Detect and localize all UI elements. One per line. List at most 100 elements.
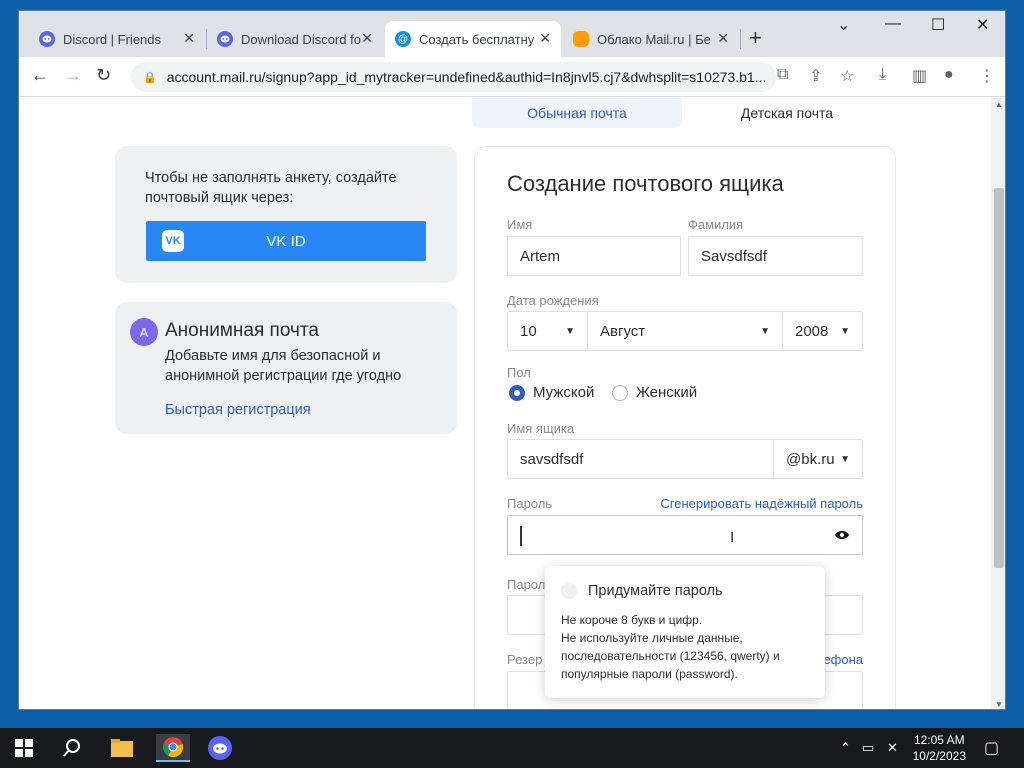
dob-year-select[interactable]: 2008 ▼ [782, 311, 863, 351]
first-name-label: Имя [507, 217, 533, 232]
profile-icon[interactable]: ● [944, 66, 954, 84]
tab-cloud-mail[interactable]: Облако Mail.ru | Бе ✕ [563, 21, 739, 57]
dob-month-select[interactable]: Август ▼ [587, 311, 783, 351]
reserve-label: Резер [507, 652, 543, 667]
mailbox-value: savsdfsdf [520, 450, 584, 468]
chevron-down-icon: ▼ [760, 325, 770, 337]
gender-female-label[interactable]: Женский [636, 384, 697, 401]
new-tab-button[interactable]: + [749, 25, 762, 51]
quick-registration-link[interactable]: Быстрая регистрация [165, 402, 311, 418]
dob-year-value: 2008 [795, 322, 829, 340]
translate-icon[interactable]: ⧉ [777, 66, 788, 84]
form-title: Создание почтового ящика [507, 171, 784, 196]
scroll-down-icon[interactable]: ▼ [995, 700, 1003, 709]
text-cursor [520, 526, 522, 546]
clock-time: 12:05 AM [913, 733, 965, 747]
tab-title: Discord | Friends [63, 31, 162, 47]
taskbar: ⌃ ▭ ✕ 12:05 AM 10/2/2023 ▢ [0, 728, 1024, 768]
anonymous-mail-card: A Анонимная почта Добавьте имя для безоп… [115, 302, 457, 434]
last-name-input[interactable]: Savsdfsdf [688, 236, 863, 276]
network-icon[interactable]: ▭ [862, 740, 874, 756]
close-tab-icon[interactable]: ✕ [361, 30, 373, 47]
dob-label: Дата рождения [507, 293, 599, 308]
page-content: Обычная почта Детская почта Чтобы не зап… [19, 98, 991, 709]
vk-id-card: Чтобы не заполнять анкету, создайте почт… [115, 146, 457, 283]
close-tab-icon[interactable]: ✕ [717, 30, 729, 47]
tab-regular-mail[interactable]: Обычная почта [472, 98, 682, 128]
phone-link[interactable]: ефона [823, 652, 863, 667]
browser-toolbar: ← → ↻ 🔒 account.mail.ru/signup?app_id_my… [19, 57, 1005, 97]
dob-day-value: 10 [520, 322, 537, 340]
tab-discord-friends[interactable]: Discord | Friends ✕ [29, 21, 205, 57]
anon-heading: Анонимная почта [165, 320, 319, 341]
search-icon[interactable] [58, 734, 86, 762]
sidepanel-icon[interactable]: ▥ [912, 66, 927, 86]
maximize-button[interactable]: ☐ [931, 15, 945, 35]
last-name-value: Savsdfsdf [701, 247, 767, 265]
generate-password-link[interactable]: Сгенерировать надёжный пароль [660, 496, 863, 511]
clock-date: 10/2/2023 [912, 749, 966, 763]
minimize-button[interactable]: — [885, 15, 901, 33]
chevron-down-icon: ▼ [565, 325, 575, 337]
show-password-eye-icon[interactable] [834, 528, 850, 542]
forward-icon[interactable]: → [64, 65, 82, 86]
back-icon[interactable]: ← [31, 65, 49, 86]
tooltip-line1: Не короче 8 букв и цифр. [561, 613, 703, 627]
password-label: Пароль [507, 496, 553, 511]
close-window-button[interactable]: ✕ [976, 15, 989, 35]
anon-description: Добавьте имя для безопасной и анонимной … [165, 348, 402, 384]
reload-icon[interactable]: ↻ [96, 65, 111, 86]
mailbox-label: Имя ящика [507, 421, 575, 436]
tab-download-discord[interactable]: Download Discord fo ✕ [207, 21, 383, 57]
tooltip-line2: Не используйте личные данные, последоват… [561, 631, 780, 681]
gender-female-radio[interactable] [612, 385, 628, 401]
close-tab-icon[interactable]: ✕ [183, 30, 195, 47]
file-explorer-icon[interactable] [108, 734, 136, 762]
last-name-label: Фамилия [688, 217, 744, 232]
first-name-input[interactable]: Artem [507, 236, 681, 276]
scrollbar-thumb[interactable] [994, 188, 1004, 568]
bookmark-star-icon[interactable]: ☆ [840, 66, 854, 86]
address-bar[interactable]: 🔒 account.mail.ru/signup?app_id_mytracke… [131, 62, 776, 92]
gender-male-label[interactable]: Мужской [533, 384, 594, 401]
volume-muted-icon[interactable]: ✕ [887, 740, 898, 756]
discord-icon [217, 31, 233, 47]
cloud-icon [573, 31, 589, 47]
share-icon[interactable]: ⇪ [809, 66, 822, 86]
scroll-up-icon[interactable]: ▲ [995, 100, 1003, 109]
tooltip-title: Придумайте пароль [588, 583, 723, 599]
domain-select[interactable]: @bk.ru ▼ [773, 439, 863, 479]
mailbox-input[interactable]: savsdfsdf [507, 439, 774, 479]
system-clock[interactable]: 12:05 AM 10/2/2023 [913, 732, 966, 764]
domain-value: @bk.ru [786, 450, 835, 468]
vk-logo-icon: VK [162, 230, 184, 252]
tab-kids-mail[interactable]: Детская почта [682, 98, 892, 128]
gender-label: Пол [507, 365, 531, 380]
anon-avatar: A [130, 318, 158, 346]
mail-type-tabs: Обычная почта Детская почта [472, 98, 892, 128]
chrome-taskbar-icon[interactable] [156, 734, 190, 762]
discord-taskbar-icon[interactable] [206, 734, 234, 762]
dob-day-select[interactable]: 10 ▼ [507, 311, 588, 351]
notifications-icon[interactable]: ▢ [984, 738, 999, 758]
close-tab-icon[interactable]: ✕ [539, 30, 551, 47]
gender-male-radio[interactable] [509, 385, 525, 401]
windows-start-icon[interactable] [10, 734, 38, 762]
chevron-up-icon[interactable]: ⌃ [840, 740, 851, 756]
lock-icon: 🔒 [143, 71, 157, 84]
tooltip-text: Не короче 8 букв и цифр. Не используйте … [561, 611, 811, 683]
password-hint-tooltip: Придумайте пароль Не короче 8 букв и циф… [545, 566, 825, 698]
tab-mail-signup[interactable]: @ Создать бесплатну ✕ [385, 21, 561, 57]
vk-id-button[interactable]: VK VK ID [146, 221, 426, 261]
vk-id-label: VK ID [266, 232, 306, 250]
menu-icon[interactable]: ⋮ [979, 66, 995, 86]
tab-strip: Discord | Friends ✕ Download Discord fo … [19, 11, 1005, 57]
first-name-value: Artem [520, 247, 561, 265]
password-input[interactable]: I [507, 515, 863, 555]
browser-window: Discord | Friends ✕ Download Discord fo … [18, 10, 1006, 710]
dob-month-value: Август [600, 322, 646, 340]
page-scrollbar[interactable]: ▲ ▼ [991, 98, 1005, 709]
download-icon[interactable]: ⤓ [879, 66, 886, 84]
tab-search-icon[interactable]: ⌄ [837, 15, 850, 35]
repeat-password-label: Парол [507, 577, 546, 592]
